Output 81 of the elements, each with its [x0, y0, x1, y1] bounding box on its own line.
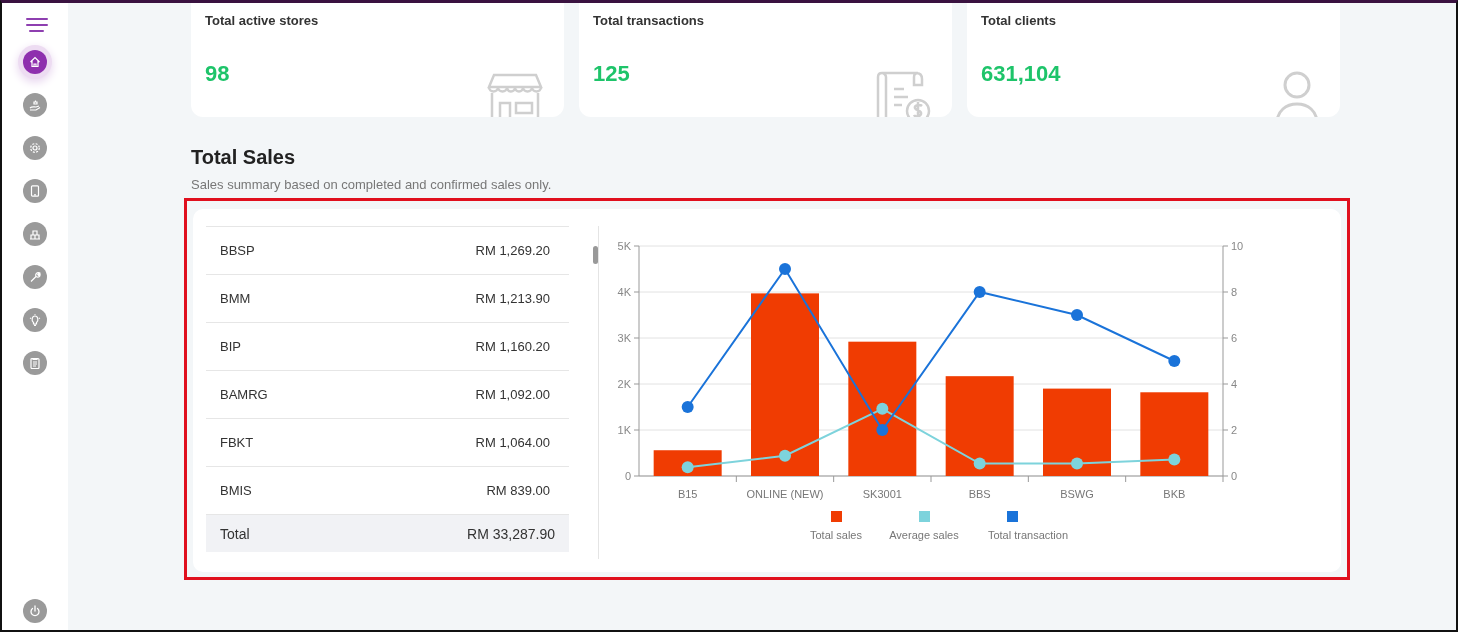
data-point — [1071, 457, 1083, 470]
axis-label: ONLINE (NEW) — [746, 488, 824, 500]
axis-label: 1K — [617, 424, 631, 436]
stat-value: 98 — [205, 61, 231, 87]
store-code: BMIS — [220, 483, 252, 498]
sales-amount: RM 839.00 — [486, 483, 550, 498]
axis-label: 5K — [617, 240, 631, 252]
nav-button[interactable] — [23, 136, 47, 160]
person-icon — [1274, 71, 1320, 117]
store-code: BMM — [220, 291, 251, 306]
hand-icon — [29, 99, 41, 111]
menu-icon[interactable] — [26, 17, 48, 33]
stat-value: 125 — [593, 61, 631, 87]
receipt-icon — [874, 71, 932, 117]
axis-label: 4K — [617, 286, 631, 298]
section-title: Total Sales — [191, 146, 297, 169]
stat-label: Total clients — [981, 13, 1057, 28]
sales-amount: RM 1,213.90 — [475, 291, 550, 306]
axis-label: 0 — [624, 470, 631, 482]
legend-label: Average sales — [889, 529, 959, 541]
nav-button[interactable] — [23, 351, 47, 375]
stat-label: Total transactions — [593, 13, 705, 28]
total-label: Total — [220, 525, 250, 542]
axis-label: 10 — [1231, 240, 1244, 252]
axis-label: 3K — [617, 332, 631, 344]
store-code: BAMRG — [220, 387, 268, 402]
data-point — [973, 457, 986, 470]
legend-swatch — [831, 511, 842, 522]
axis-label: B15 — [677, 488, 698, 500]
nav-button[interactable] — [23, 265, 47, 289]
axis-label: SK3001 — [862, 488, 902, 500]
scrollbar-thumb[interactable] — [593, 246, 598, 264]
legend-label: Total sales — [810, 529, 862, 541]
nav-button[interactable] — [23, 308, 47, 332]
power-icon — [29, 605, 41, 617]
axis-label: 0 — [1231, 470, 1238, 482]
stat-label: Total active stores — [205, 13, 320, 28]
tablet-icon — [29, 185, 41, 197]
sales-amount: RM 1,064.00 — [475, 435, 550, 450]
wrench-icon — [29, 271, 41, 283]
axis-label: BBS — [968, 488, 991, 500]
data-point — [876, 402, 889, 415]
store-code: BBSP — [220, 243, 255, 258]
sales-amount: RM 1,269.20 — [475, 243, 550, 258]
sales-amount: RM 1,092.00 — [475, 387, 550, 402]
data-point — [1071, 309, 1083, 321]
bar — [653, 450, 722, 476]
nav-button[interactable] — [23, 93, 47, 117]
nav-button[interactable] — [23, 179, 47, 203]
axis-label: 2 — [1231, 424, 1238, 436]
nav-button[interactable] — [23, 222, 47, 246]
data-point — [681, 461, 694, 474]
data-point — [1168, 355, 1181, 367]
axis-label: BKB — [1163, 488, 1186, 500]
store-code: BIP — [220, 339, 241, 354]
legend-swatch — [919, 511, 930, 522]
data-point — [779, 449, 791, 462]
data-point — [779, 263, 791, 275]
section-subtitle: Sales summary based on completed and confirmed sales only. — [191, 177, 553, 192]
lightbulb-icon — [29, 314, 41, 326]
gear-icon — [29, 142, 41, 154]
clipboard-icon — [29, 357, 41, 369]
axis-label: 2K — [617, 378, 631, 390]
axis-label: BSWG — [1060, 488, 1094, 500]
power-button[interactable] — [23, 599, 47, 623]
data-point — [973, 286, 986, 298]
data-point — [876, 424, 889, 436]
axis-label: 8 — [1231, 286, 1238, 298]
store-icon — [486, 71, 544, 117]
axis-label: 6 — [1231, 332, 1238, 344]
store-code: FBKT — [220, 435, 254, 450]
total-amount: RM 33,287.90 — [467, 525, 555, 542]
axis-label: 4 — [1231, 378, 1238, 390]
home-icon — [29, 56, 41, 68]
data-point — [1168, 453, 1181, 466]
legend-label: Total transaction — [987, 529, 1069, 541]
legend-swatch — [1007, 511, 1018, 522]
sales-amount: RM 1,160.20 — [475, 339, 550, 354]
boxes-icon — [29, 228, 41, 240]
data-point — [681, 401, 694, 413]
stat-value: 631,104 — [981, 61, 1062, 87]
